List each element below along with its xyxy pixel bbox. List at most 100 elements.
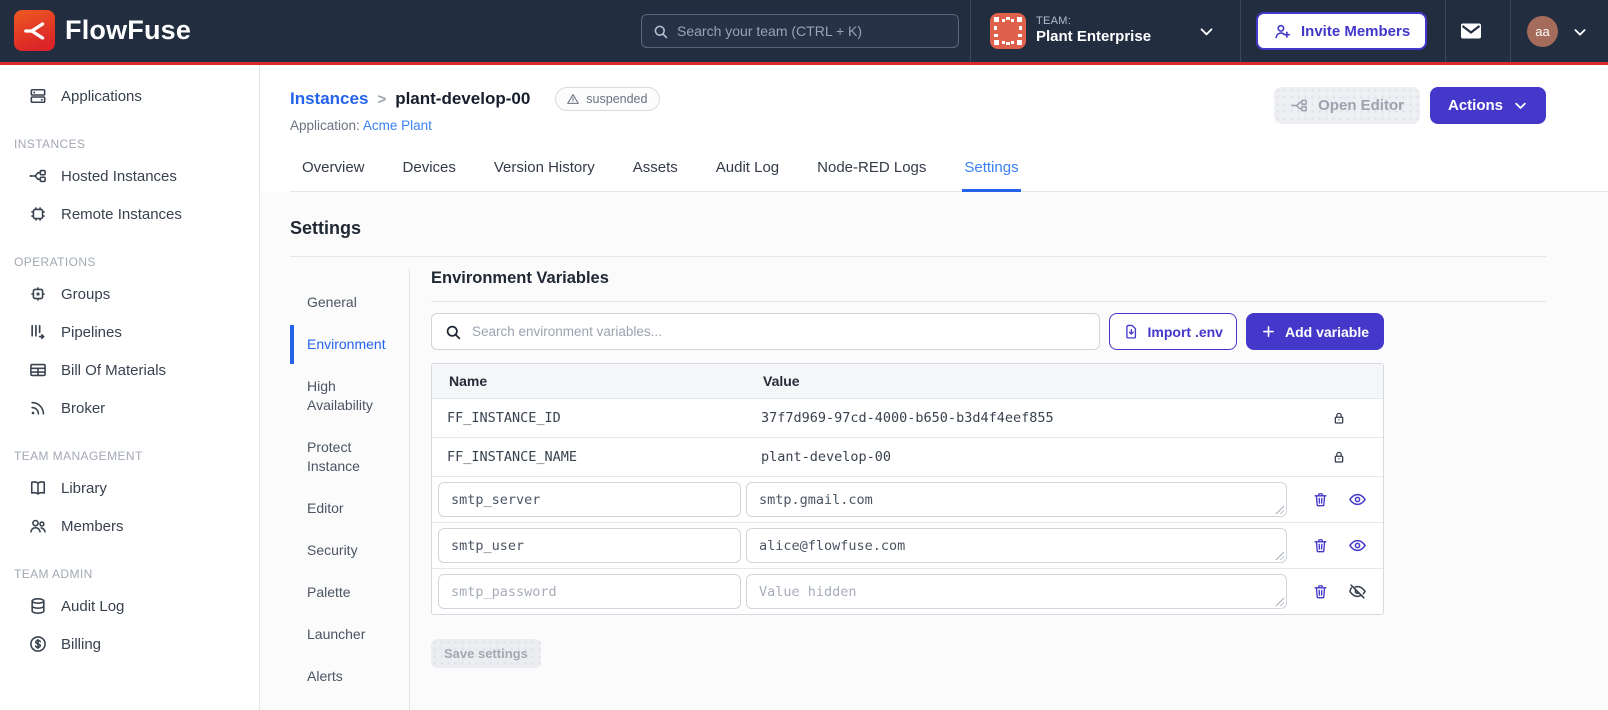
sidebar-section-team-management: TEAM MANAGEMENT xyxy=(14,449,143,463)
sidebar-item-groups[interactable]: Groups xyxy=(0,275,259,313)
page-header: Instances > plant-develop-00 suspended A… xyxy=(260,65,1608,192)
page-title: Settings xyxy=(290,218,362,238)
table-header-row: Name Value xyxy=(432,364,1383,399)
tab-version-history[interactable]: Version History xyxy=(492,159,597,192)
members-icon xyxy=(30,519,46,533)
settings-nav-launcher[interactable]: Launcher xyxy=(290,615,409,654)
chevron-down-icon[interactable] xyxy=(1198,23,1215,40)
sidebar-item-label: Billing xyxy=(61,635,102,653)
settings-nav-editor[interactable]: Editor xyxy=(290,489,409,528)
trash-icon xyxy=(1314,585,1326,599)
settings-nav-environment[interactable]: Environment xyxy=(290,325,409,364)
sidebar-item-members[interactable]: Members xyxy=(0,507,259,545)
settings-nav-alerts[interactable]: Alerts xyxy=(290,657,409,696)
tab-node-red-logs[interactable]: Node-RED Logs xyxy=(815,159,928,192)
sidebar-item-label: Members xyxy=(61,517,124,535)
team-selector[interactable]: TEAM: Plant Enterprise xyxy=(990,13,1151,49)
sidebar-item-label: Library xyxy=(61,479,107,497)
env-var-name-input[interactable] xyxy=(438,574,741,609)
eye-icon xyxy=(1348,539,1366,552)
delete-variable-button[interactable] xyxy=(1312,491,1329,508)
audit-log-icon xyxy=(31,598,45,614)
status-badge: suspended xyxy=(555,87,661,111)
sidebar-item-pipelines[interactable]: Pipelines xyxy=(0,313,259,351)
add-variable-label: Add variable xyxy=(1284,323,1369,340)
import-env-button[interactable]: Import .env xyxy=(1108,313,1237,350)
env-variables-table: Name Value FF_INSTANCE_ID 37f7d969-97cd-… xyxy=(431,363,1384,615)
sidebar-item-remote-instances[interactable]: Remote Instances xyxy=(0,195,259,233)
breadcrumb-instances-link[interactable]: Instances xyxy=(290,89,368,109)
invite-members-button[interactable]: Invite Members xyxy=(1256,12,1428,50)
sidebar-item-bill-of-materials[interactable]: Bill Of Materials xyxy=(0,351,259,389)
hosted-instances-icon xyxy=(29,169,46,183)
env-search-input[interactable] xyxy=(472,324,1087,339)
team-search[interactable] xyxy=(641,14,959,48)
user-menu-chevron-icon[interactable] xyxy=(1572,24,1588,40)
settings-nav-protect-instance[interactable]: Protect Instance xyxy=(290,428,409,486)
sidebar-item-library[interactable]: Library xyxy=(0,469,259,507)
settings-nav-high-availability[interactable]: High Availability xyxy=(290,367,409,425)
delete-variable-button[interactable] xyxy=(1312,583,1329,600)
main-area: Instances > plant-develop-00 suspended A… xyxy=(260,65,1608,710)
sidebar-item-hosted-instances[interactable]: Hosted Instances xyxy=(0,157,259,195)
import-file-icon xyxy=(1125,324,1136,339)
save-settings-button[interactable]: Save settings xyxy=(431,639,541,668)
divider xyxy=(290,256,1546,257)
env-var-value-input[interactable] xyxy=(746,574,1287,609)
sidebar-item-label: Pipelines xyxy=(61,323,122,341)
tab-settings[interactable]: Settings xyxy=(962,159,1021,192)
show-hide-value-button[interactable] xyxy=(1348,490,1367,509)
table-row: FF_INSTANCE_ID 37f7d969-97cd-4000-b650-b… xyxy=(432,399,1383,438)
team-label: TEAM: xyxy=(1036,15,1072,27)
open-editor-icon xyxy=(1291,99,1308,112)
team-search-input[interactable] xyxy=(677,23,948,39)
sidebar-item-audit-log[interactable]: Audit Log xyxy=(0,587,259,625)
application-line: Application: Acme Plant xyxy=(290,118,660,133)
show-hide-value-button[interactable] xyxy=(1348,582,1367,601)
fork-icon xyxy=(23,21,44,40)
search-icon xyxy=(446,325,461,339)
breadcrumb: Instances > plant-develop-00 suspended xyxy=(290,87,661,111)
billing-icon xyxy=(30,636,46,652)
env-var-name-input[interactable] xyxy=(438,482,741,517)
column-header-name: Name xyxy=(449,373,488,389)
delete-variable-button[interactable] xyxy=(1312,537,1329,554)
settings-nav-palette[interactable]: Palette xyxy=(290,573,409,612)
env-var-value-input[interactable] xyxy=(746,528,1287,563)
tab-devices[interactable]: Devices xyxy=(401,159,458,192)
flowfuse-logo-mark xyxy=(14,10,55,51)
instance-tabs: Overview Devices Version History Assets … xyxy=(290,159,1608,192)
open-editor-button[interactable]: Open Editor xyxy=(1274,87,1420,124)
flowfuse-logo[interactable]: FlowFuse xyxy=(14,10,191,51)
sidebar-item-label: Audit Log xyxy=(61,597,125,615)
column-header-value: Value xyxy=(763,373,800,389)
env-toolbar: Import .env Add variable xyxy=(431,313,1384,350)
application-label: Application: xyxy=(290,118,360,133)
env-var-name: FF_INSTANCE_NAME xyxy=(447,449,578,465)
actions-label: Actions xyxy=(1447,97,1503,114)
notifications-button[interactable] xyxy=(1458,19,1484,43)
team-avatar xyxy=(990,13,1026,49)
tab-audit-log[interactable]: Audit Log xyxy=(714,159,781,192)
sidebar-item-broker[interactable]: Broker xyxy=(0,389,259,427)
env-var-value-input[interactable] xyxy=(746,482,1287,517)
env-search[interactable] xyxy=(431,313,1100,350)
environment-panel: Environment Variables Search environment… xyxy=(410,269,1546,710)
actions-button[interactable]: Actions xyxy=(1429,87,1546,124)
import-env-label: Import .env xyxy=(1147,323,1223,340)
user-plus-icon xyxy=(1275,24,1291,38)
tab-assets[interactable]: Assets xyxy=(631,159,680,192)
sidebar-item-label: Hosted Instances xyxy=(61,167,177,185)
settings-nav-general[interactable]: General xyxy=(290,283,409,322)
user-avatar[interactable]: aa xyxy=(1527,16,1558,47)
env-var-name-input[interactable] xyxy=(438,528,741,563)
sidebar-item-applications[interactable]: Applications xyxy=(0,77,259,115)
groups-icon xyxy=(31,287,45,301)
section-title: Environment Variables xyxy=(431,269,1546,302)
sidebar-item-billing[interactable]: Billing xyxy=(0,625,259,663)
show-hide-value-button[interactable] xyxy=(1348,536,1367,555)
add-variable-button[interactable]: Add variable xyxy=(1245,313,1384,350)
application-link[interactable]: Acme Plant xyxy=(363,118,432,133)
tab-overview[interactable]: Overview xyxy=(300,159,367,192)
settings-nav-security[interactable]: Security xyxy=(290,531,409,570)
